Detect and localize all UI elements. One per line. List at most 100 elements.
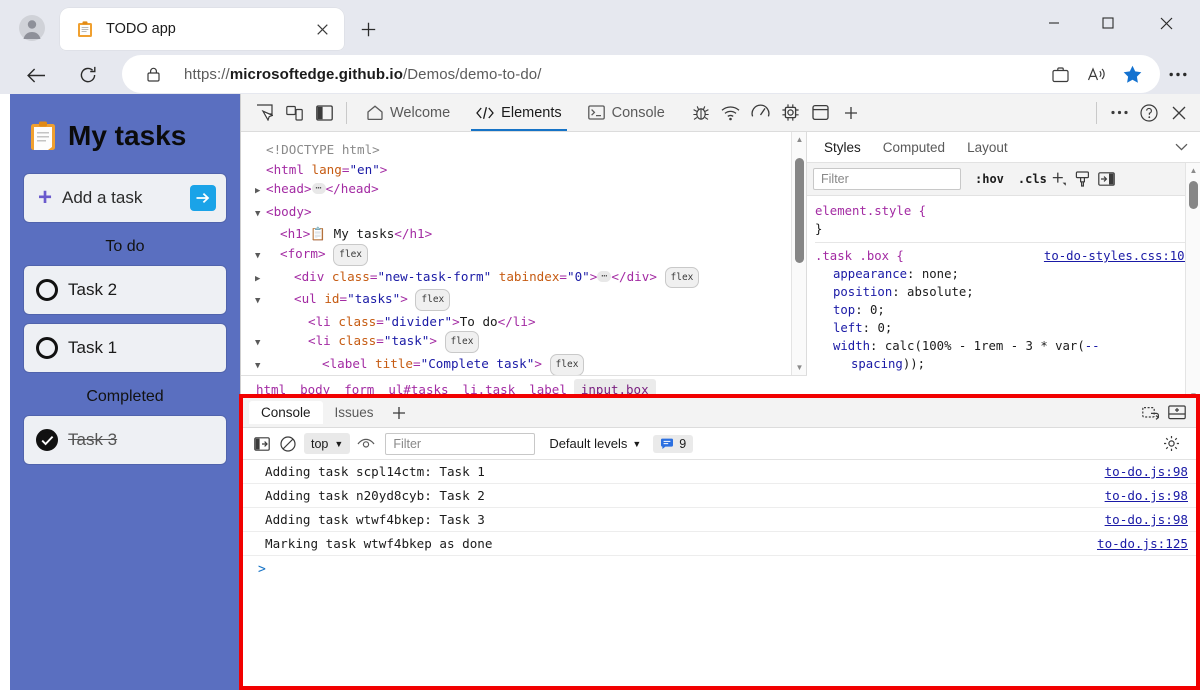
console-log-source-link[interactable]: to-do.js:98 bbox=[1105, 488, 1188, 503]
network-wifi-icon[interactable] bbox=[716, 98, 746, 128]
new-task-form[interactable]: + Add a task bbox=[24, 174, 226, 222]
execution-context-selector[interactable]: top ▼ bbox=[304, 433, 351, 454]
task-item[interactable]: Task 2 bbox=[24, 266, 226, 314]
help-question-icon[interactable] bbox=[1134, 98, 1164, 128]
console-log-row[interactable]: Adding task n20yd8cyb: Task 2 to-do.js:98 bbox=[243, 484, 1196, 508]
styles-filter-input[interactable]: Filter bbox=[813, 168, 961, 190]
css-declaration[interactable]: position: absolute; bbox=[815, 283, 1200, 301]
add-drawer-tab-icon[interactable] bbox=[386, 400, 412, 426]
back-arrow-icon[interactable] bbox=[19, 58, 53, 92]
layout-badge[interactable]: flex bbox=[664, 266, 700, 289]
css-declaration[interactable]: appearance: none; bbox=[815, 265, 1200, 283]
dom-node[interactable]: ▼ <body> bbox=[255, 202, 806, 225]
reload-icon[interactable] bbox=[71, 58, 105, 92]
favorite-star-icon[interactable] bbox=[1116, 58, 1148, 90]
tab-layout[interactable]: Layout bbox=[956, 136, 1019, 159]
dom-node[interactable]: <!DOCTYPE html> bbox=[255, 140, 806, 160]
dom-node[interactable]: <li class="divider">To do</li> bbox=[255, 312, 806, 332]
debugger-bug-icon[interactable] bbox=[686, 98, 716, 128]
hov-toggle[interactable]: :hov bbox=[975, 172, 1004, 186]
profile-avatar[interactable] bbox=[18, 14, 46, 42]
console-filter-input[interactable]: Filter bbox=[385, 432, 536, 455]
dock-drawer-icon[interactable] bbox=[1138, 400, 1164, 426]
console-log-row[interactable]: Marking task wtwf4bkep as done to-do.js:1… bbox=[243, 532, 1196, 556]
performance-gauge-icon[interactable] bbox=[746, 98, 776, 128]
log-levels-selector[interactable]: Default levels ▼ bbox=[549, 436, 641, 451]
element-state-brush-icon[interactable] bbox=[1071, 167, 1095, 191]
add-panel-plus-icon[interactable] bbox=[836, 98, 866, 128]
settings-more-icon[interactable] bbox=[1163, 58, 1193, 90]
expand-arrow-icon[interactable]: ▼ bbox=[255, 292, 266, 312]
css-source-link[interactable]: to-do-styles.css:108 bbox=[1044, 247, 1192, 265]
submit-task-button[interactable] bbox=[190, 185, 216, 211]
dom-node[interactable]: <html lang="en"> bbox=[255, 160, 806, 180]
scroll-up-icon[interactable]: ▲ bbox=[792, 132, 807, 147]
tab-close-icon[interactable] bbox=[308, 15, 336, 43]
new-style-rule-plus-icon[interactable] bbox=[1047, 167, 1071, 191]
expand-arrow-icon[interactable]: ▶ bbox=[255, 270, 266, 290]
application-panel-icon[interactable] bbox=[806, 98, 836, 128]
console-settings-gear-icon[interactable] bbox=[1158, 431, 1184, 457]
dom-node[interactable]: <h1>📋 My tasks</h1> bbox=[255, 224, 806, 244]
clear-console-icon[interactable] bbox=[275, 431, 301, 457]
layout-badge[interactable]: flex bbox=[549, 353, 585, 376]
styles-scrollbar[interactable]: ▲ ▼ bbox=[1185, 163, 1200, 403]
css-rule[interactable]: .task .box { to-do-styles.css:108 appearan… bbox=[815, 242, 1200, 373]
expand-arrow-icon[interactable]: ▶ bbox=[255, 182, 266, 202]
dom-node[interactable]: ▼ <li class="task"> flex bbox=[255, 331, 806, 354]
console-log-row[interactable]: Adding task scpl14ctm: Task 1 to-do.js:98 bbox=[243, 460, 1196, 484]
window-maximize-button[interactable] bbox=[1085, 6, 1131, 40]
task-item[interactable]: Task 3 bbox=[24, 416, 226, 464]
dom-node[interactable]: ▶ <div class="new-task-form" tabindex="0"… bbox=[255, 266, 806, 290]
css-selector[interactable]: element.style { bbox=[815, 202, 926, 220]
css-declaration[interactable]: width: calc(100% - 1rem - 3 * var(-- bbox=[815, 337, 1200, 355]
layout-badge[interactable]: flex bbox=[415, 289, 451, 311]
css-declaration[interactable]: spacing)); bbox=[815, 355, 1200, 373]
browser-tab[interactable]: TODO app bbox=[60, 8, 344, 50]
expand-arrow-icon[interactable]: ▼ bbox=[255, 247, 266, 267]
inspect-element-icon[interactable] bbox=[249, 98, 279, 128]
device-emulation-icon[interactable] bbox=[279, 98, 309, 128]
task-checkbox-checked[interactable] bbox=[36, 429, 58, 451]
scroll-up-icon[interactable]: ▲ bbox=[1186, 163, 1200, 178]
console-log-source-link[interactable]: to-do.js:125 bbox=[1097, 536, 1188, 551]
dom-node[interactable]: ▼ <label title="Complete task"> flex bbox=[255, 353, 806, 377]
console-prompt[interactable]: > bbox=[243, 556, 1196, 582]
window-minimize-button[interactable] bbox=[1031, 6, 1077, 40]
css-rule[interactable]: element.style {} bbox=[815, 202, 1200, 238]
scrollbar-thumb[interactable] bbox=[795, 158, 804, 263]
dom-node[interactable]: ▼ <ul id="tasks"> flex bbox=[255, 289, 806, 312]
console-sidebar-icon[interactable] bbox=[249, 431, 275, 457]
dom-tree[interactable]: <!DOCTYPE html> <html lang="en"> ▶ <head> ⋯ <… bbox=[241, 132, 806, 399]
drawer-tab-console[interactable]: Console bbox=[249, 401, 323, 424]
elements-scrollbar[interactable]: ▲ ▼ bbox=[791, 132, 806, 403]
tab-computed[interactable]: Computed bbox=[872, 136, 956, 159]
close-drawer-icon[interactable] bbox=[1164, 400, 1190, 426]
expand-arrow-icon[interactable]: ▼ bbox=[255, 205, 266, 225]
window-close-button[interactable] bbox=[1143, 6, 1189, 40]
layout-badge[interactable]: flex bbox=[333, 243, 369, 266]
console-log-row[interactable]: Adding task wtwf4bkep: Task 3 to-do.js:98 bbox=[243, 508, 1196, 532]
scroll-down-icon[interactable]: ▼ bbox=[792, 360, 807, 375]
dom-node[interactable]: ▶ <head> ⋯ </head> bbox=[255, 179, 806, 202]
memory-chip-icon[interactable] bbox=[776, 98, 806, 128]
close-devtools-icon[interactable] bbox=[1164, 98, 1194, 128]
task-checkbox[interactable] bbox=[36, 337, 58, 359]
dock-side-icon[interactable] bbox=[309, 98, 339, 128]
more-ellipsis-icon[interactable] bbox=[1104, 98, 1134, 128]
css-selector[interactable]: .task .box { bbox=[815, 247, 904, 265]
tab-styles[interactable]: Styles bbox=[813, 135, 872, 159]
collapsed-content-icon[interactable]: ⋯ bbox=[597, 270, 612, 282]
task-checkbox[interactable] bbox=[36, 279, 58, 301]
chevron-down-icon[interactable] bbox=[1175, 143, 1188, 151]
layout-badge[interactable]: flex bbox=[444, 331, 480, 353]
devtools-tab-welcome[interactable]: Welcome bbox=[354, 94, 463, 131]
expand-arrow-icon[interactable]: ▼ bbox=[255, 334, 266, 354]
computed-sidebar-icon[interactable] bbox=[1095, 167, 1119, 191]
collapsed-content-icon[interactable]: ⋯ bbox=[311, 183, 326, 195]
task-item[interactable]: Task 1 bbox=[24, 324, 226, 372]
devtools-tab-elements[interactable]: Elements bbox=[463, 94, 574, 131]
collections-icon[interactable] bbox=[1044, 58, 1076, 90]
css-rules[interactable]: element.style {} .task .box { to-do-styles… bbox=[807, 196, 1200, 373]
css-declaration[interactable]: top: 0; bbox=[815, 301, 1200, 319]
